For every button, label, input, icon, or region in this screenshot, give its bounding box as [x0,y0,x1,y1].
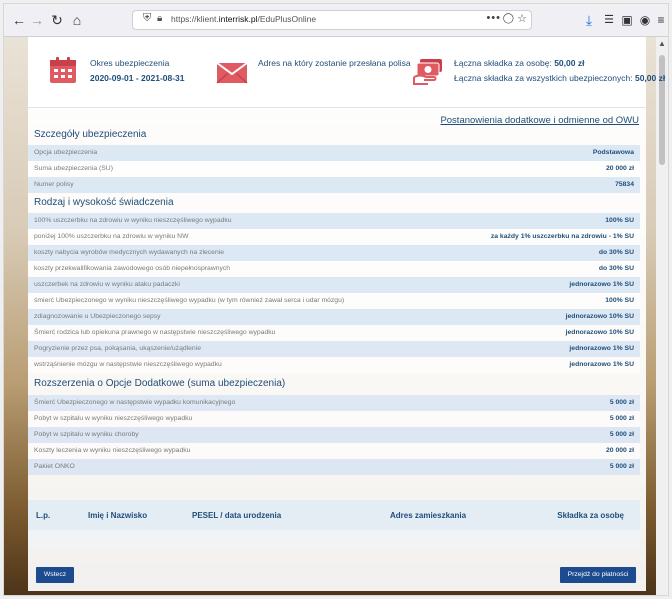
page-viewport: ▲ Okres ubezpieczenia 2020-09-01 - 2021-… [4,37,668,595]
column-header-address: Adres zamieszkania [390,511,467,520]
premium-total: Łączna składka za wszystkich ubezpieczon… [454,73,666,83]
policy-summary-panel: Okres ubezpieczenia 2020-09-01 - 2021-08… [28,37,665,591]
browser-toolbar: ← → ↻ ⌂ ⛨ 🔒︎ https://klient.interrisk.pl… [4,4,668,37]
benefit-row: koszty nabycia wyrobów medycznych wydawa… [28,245,640,261]
more-icon[interactable]: ••• [486,12,501,24]
forward-icon[interactable]: → [28,11,46,29]
extension-row: Śmierć Ubezpieczonego w następstwie wypa… [28,395,640,411]
scrollbar-thumb[interactable] [659,55,665,165]
details-section-title: Szczegóły ubezpieczenia [34,129,147,140]
benefit-row: wstrząśnienie mózgu w następstwie nieszc… [28,357,640,373]
benefit-row: Pogryzienie przez psa, pokąsania, ukąsze… [28,341,640,357]
menu-icon[interactable]: ≡ [652,11,668,29]
period-value: 2020-09-01 - 2021-08-31 [90,73,185,83]
extension-row: Koszty leczenia w wyniku nieszczęśliwego… [28,443,640,459]
insured-table-header: L.p. Imię i Nazwisko PESEL / data urodze… [28,500,640,530]
proceed-to-payment-button[interactable]: Przejdź do płatności [560,567,636,583]
premium-per-person: Łączna składka za osobę: 50,00 zł [454,58,585,68]
extension-row: Pakiet ONKO 5 000 zł [28,459,640,475]
library-icon[interactable]: ☰ [600,11,618,29]
home-icon[interactable]: ⌂ [68,11,86,29]
browser-window: ← → ↻ ⌂ ⛨ 🔒︎ https://klient.interrisk.pl… [4,4,668,595]
details-row: Suma ubezpieczenia (SU) 20 000 zł [28,161,640,177]
lock-icon[interactable]: 🔒︎ [157,13,162,24]
benefit-row: poniżej 100% uszczerbku na zdrowiu w wyn… [28,229,640,245]
column-header-number: L.p. [36,511,51,520]
address-label: Adres na który zostanie przesłana polisa [258,58,411,68]
calendar-icon [50,57,76,83]
details-row: Opcja ubezpieczenia Podstawowa [28,145,640,161]
extension-row: Pobyt w szpitalu w wyniku choroby 5 000 z… [28,427,640,443]
pocket-icon[interactable]: ◯ [503,13,514,24]
benefit-row: śmierć Ubezpieczonego w wyniku nieszczęś… [28,293,640,309]
benefit-row: uszczerbek na zdrowiu w wyniku ataku pad… [28,277,640,293]
back-icon[interactable]: ← [10,11,28,29]
extension-row: Pobyt w szpitalu w wyniku nieszczęśliweg… [28,411,640,427]
insured-table-body [28,530,640,548]
extensions-section-title: Rozszerzenia o Opcje Dodatkowe (suma ube… [34,378,286,389]
download-icon[interactable]: ⤓ [580,11,598,29]
money-icon [413,59,442,85]
url-text[interactable]: https://klient.interrisk.pl/EduPlusOnlin… [171,14,316,24]
scroll-up-icon[interactable]: ▲ [658,39,666,48]
back-button[interactable]: Wstecz [36,567,74,583]
shield-icon[interactable]: ⛨ [143,12,151,25]
column-header-premium: Składka za osobę [557,511,624,520]
period-label: Okres ubezpieczenia [90,58,170,68]
envelope-icon [216,62,248,84]
details-row: Numer polisy 75834 [28,177,640,193]
benefit-row: Śmierć rodzica lub opiekuna prawnego w n… [28,325,640,341]
column-header-name: Imię i Nazwisko [88,511,148,520]
vertical-scrollbar[interactable]: ▲ [656,37,668,595]
star-icon[interactable]: ☆ [517,12,527,25]
additional-terms-link[interactable]: Postanowienia dodatkowe i odmienne od OW… [440,115,639,126]
sidebar-icon[interactable]: ▣ [618,11,636,29]
address-bar[interactable]: ⛨ 🔒︎ https://klient.interrisk.pl/EduPlus… [132,10,532,30]
summary-header: Okres ubezpieczenia 2020-09-01 - 2021-08… [28,37,665,108]
column-header-pesel: PESEL / data urodzenia [192,511,282,520]
benefit-row: zdiagnozowanie u Ubezpieczonego sepsy jed… [28,309,640,325]
benefits-section-title: Rodzaj i wysokość świadczenia [34,197,174,208]
benefit-row: 100% uszczerbku na zdrowiu w wyniku nies… [28,213,640,229]
benefit-row: koszty przekwalifikowania zawodowego osó… [28,261,640,277]
reload-icon[interactable]: ↻ [48,11,66,29]
